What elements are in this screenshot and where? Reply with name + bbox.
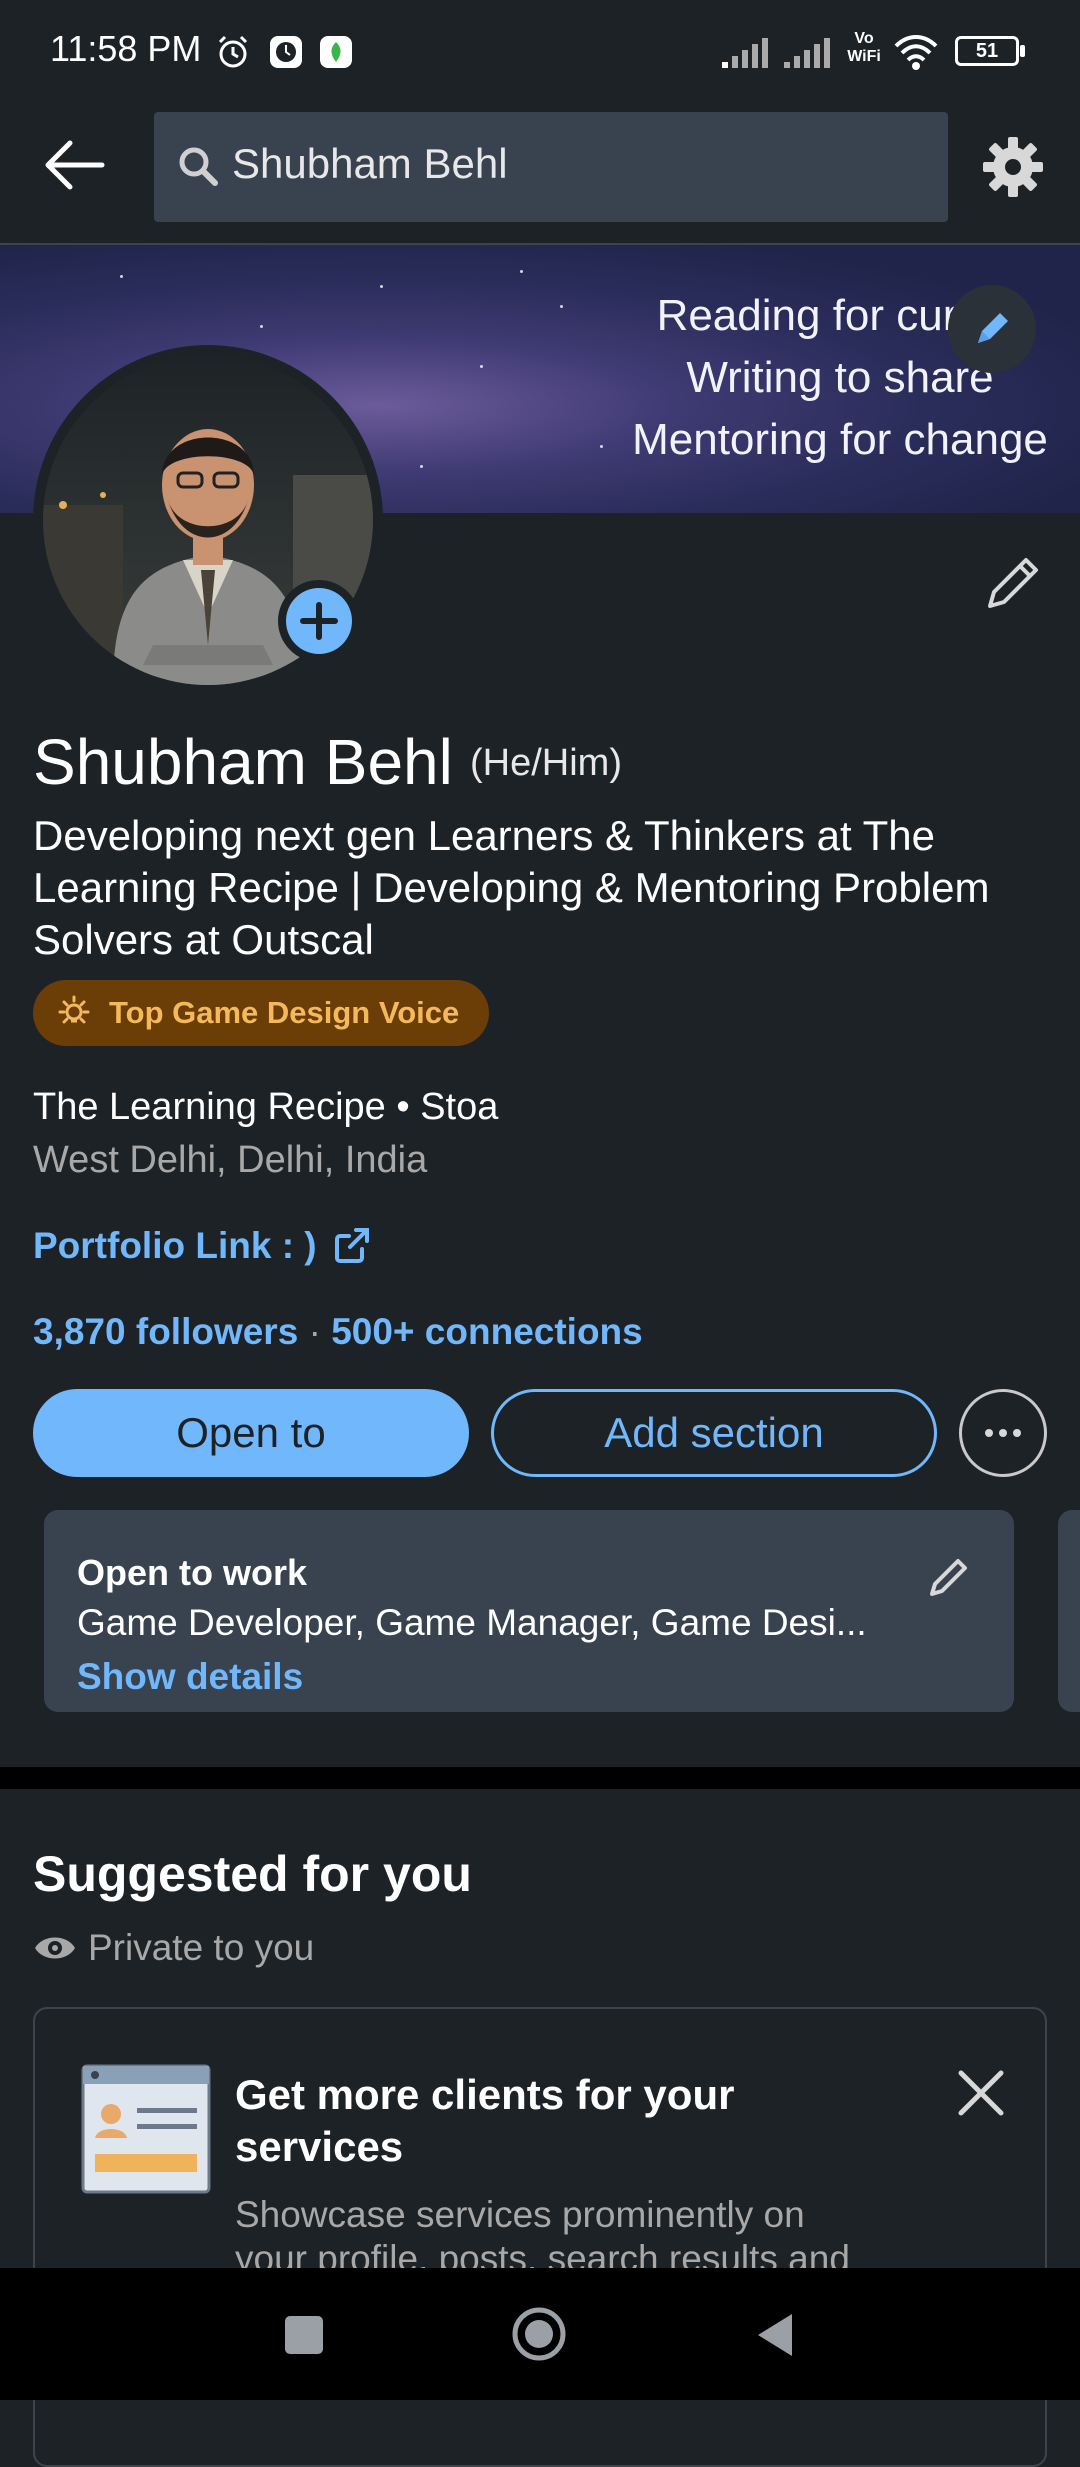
battery-level: 51 — [975, 40, 999, 62]
profile-headline: Developing next gen Learners & Thinkers … — [33, 812, 990, 963]
wifi-icon — [894, 35, 938, 70]
show-details-link[interactable]: Show details — [77, 1656, 303, 1698]
nav-back-button[interactable] — [752, 2310, 796, 2360]
app-notification-icon-2 — [320, 36, 352, 68]
signal-icon-2 — [784, 38, 830, 68]
app-notification-icon — [270, 36, 302, 68]
status-time: 11:58 PM — [50, 28, 202, 69]
eye-icon — [35, 1937, 75, 1959]
external-link-icon[interactable] — [332, 1225, 372, 1265]
search-input[interactable]: Shubham Behl — [154, 112, 948, 222]
profile-name: Shubham Behl — [33, 726, 453, 798]
search-query: Shubham Behl — [232, 140, 508, 187]
battery-tip — [1020, 45, 1025, 57]
back-arrow-icon[interactable] — [40, 130, 110, 200]
section-divider — [0, 1767, 1080, 1789]
private-label: Private to you — [88, 1927, 315, 1968]
voice-badge[interactable]: Top Game Design Voice — [33, 980, 489, 1046]
network-stats: 3,870 followers · 500+ connections — [33, 1311, 643, 1353]
edit-profile-icon[interactable] — [978, 548, 1048, 618]
edit-open-to-work-icon[interactable] — [924, 1552, 974, 1602]
plus-icon — [300, 602, 338, 640]
home-button[interactable] — [511, 2306, 567, 2362]
connections-link[interactable]: 500+ connections — [331, 1311, 643, 1352]
add-section-button[interactable]: Add section — [491, 1389, 937, 1477]
next-card-peek[interactable] — [1058, 1510, 1080, 1712]
badge-label: Top Game Design Voice — [109, 995, 460, 1030]
edit-banner-icon[interactable] — [948, 285, 1036, 373]
system-nav-bar — [0, 2268, 1080, 2400]
stats-separator: · — [308, 1311, 321, 1352]
close-icon[interactable] — [953, 2065, 1009, 2121]
profile-card-illustration-icon — [81, 2064, 211, 2194]
recents-button[interactable] — [285, 2316, 323, 2354]
pronouns: (He/Him) — [470, 742, 622, 784]
open-to-work-title: Open to work — [77, 1552, 308, 1593]
open-to-work-roles: Game Developer, Game Manager, Game Desi.… — [77, 1602, 867, 1643]
current-company[interactable]: The Learning Recipe • Stoa — [33, 1086, 498, 1129]
vowifi-label: Vo WiFi — [847, 30, 881, 65]
more-options-icon — [985, 1429, 1021, 1437]
gear-icon[interactable] — [978, 132, 1048, 202]
location: West Delhi, Delhi, India — [33, 1139, 428, 1181]
lightbulb-icon — [58, 995, 90, 1024]
add-story-button[interactable] — [278, 580, 360, 662]
suggestion-title: Get more clients for your services — [235, 2071, 735, 2170]
suggested-title: Suggested for you — [33, 1846, 472, 1902]
more-button[interactable] — [959, 1389, 1047, 1477]
followers-link[interactable]: 3,870 followers — [33, 1311, 298, 1352]
open-to-work-card[interactable]: Open to work Game Developer, Game Manage… — [44, 1510, 1014, 1712]
search-icon — [179, 147, 218, 186]
portfolio-link[interactable]: Portfolio Link : ) — [33, 1225, 317, 1267]
open-to-button[interactable]: Open to — [33, 1389, 469, 1477]
alarm-icon — [218, 35, 248, 68]
battery-icon: 51 — [955, 36, 1019, 66]
signal-icon — [722, 38, 768, 68]
banner-line: Mentoring for change — [632, 415, 1048, 464]
